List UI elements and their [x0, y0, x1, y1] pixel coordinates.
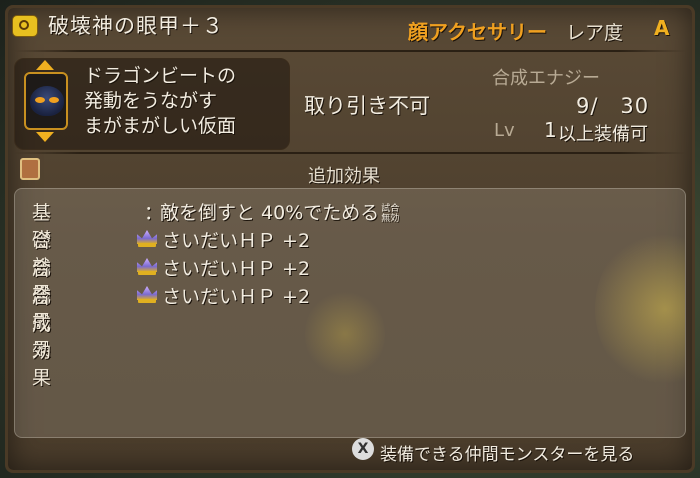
crown-icon — [136, 228, 158, 248]
arrow-down-icon[interactable] — [36, 132, 54, 142]
trade-status: 取り引き不可 — [304, 94, 430, 118]
effect-text-value: 敵を倒すと 40%でためる — [160, 202, 380, 224]
background-character — [305, 289, 385, 379]
effect-text: さいだいＨＰ +2 — [162, 258, 311, 280]
item-icon-selector[interactable] — [20, 60, 72, 142]
view-monsters-label[interactable]: 装備できる仲間モンスターを見る — [380, 440, 634, 465]
synthesis-energy-label: 合成エナジー — [492, 68, 600, 89]
book-icon[interactable] — [20, 158, 40, 180]
effect-text: 敵を倒すと 40%でためる 試合 無効 — [160, 198, 401, 225]
effects-box — [14, 188, 686, 438]
item-description: ドラゴンビートの 発動をうながす まがまがしい仮面 — [84, 64, 236, 139]
synthesis-energy-value: 9/ 30 — [576, 94, 650, 118]
header-divider — [14, 50, 686, 52]
rarity-value: A — [654, 16, 670, 40]
description-line: まがまがしい仮面 — [84, 115, 237, 137]
match-invalid-badge: 試合 無効 — [381, 203, 400, 224]
arrow-up-icon[interactable] — [36, 60, 54, 70]
section-divider — [14, 152, 686, 154]
x-button-icon[interactable]: X — [352, 438, 374, 460]
description-line: ドラゴンビートの — [84, 65, 237, 87]
item-category: 顔アクセサリー — [408, 20, 547, 44]
crown-icon — [136, 284, 158, 304]
accessory-icon — [12, 15, 38, 37]
description-line: 発動をうながす — [84, 90, 218, 112]
background-character — [595, 229, 685, 389]
mask-icon — [30, 86, 64, 116]
level-value: 1 — [544, 118, 557, 142]
item-name: 破壊神の眼甲＋３ — [48, 14, 224, 38]
item-icon-frame — [24, 72, 68, 130]
crown-icon — [136, 256, 158, 276]
level-label: Lv — [494, 120, 515, 141]
level-requirement-text: 以上装備可 — [558, 124, 648, 145]
additional-effects-title: 追加効果 — [308, 166, 380, 187]
effect-label: 合成効果 — [32, 286, 53, 389]
effect-text: さいだいＨＰ +2 — [162, 230, 311, 252]
effect-text: さいだいＨＰ +2 — [162, 286, 311, 308]
rarity-label: レア度 — [566, 22, 624, 44]
